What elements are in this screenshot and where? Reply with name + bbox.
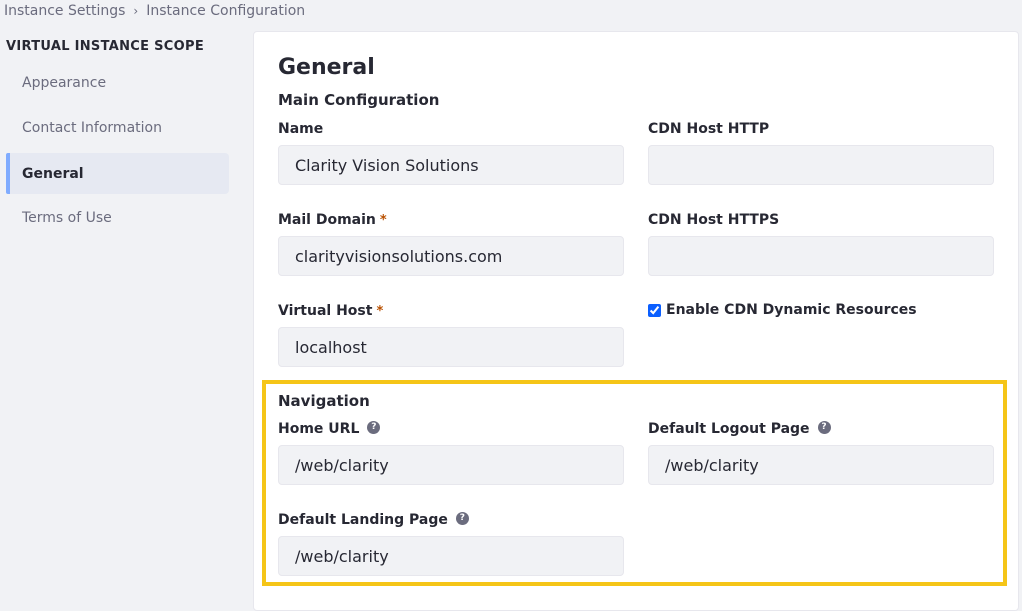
virtual-host-field[interactable] [278, 327, 624, 367]
enable-cdn-dynamic-resources-checkbox[interactable] [648, 303, 661, 317]
mail-domain-field[interactable] [278, 236, 624, 276]
sidebar-heading: VIRTUAL INSTANCE SCOPE [6, 39, 205, 54]
home-url-label-text: Home URL [278, 421, 360, 437]
default-landing-page-label-text: Default Landing Page [278, 512, 448, 528]
required-asterisk: * [379, 212, 387, 228]
breadcrumb: Instance Settings › Instance Configurati… [4, 2, 305, 20]
enable-cdn-dynamic-resources-row[interactable]: Enable CDN Dynamic Resources [648, 302, 917, 318]
name-label-text: Name [278, 121, 324, 137]
default-landing-page-label: Default Landing Page ? [278, 511, 469, 528]
breadcrumb-item-instance-settings[interactable]: Instance Settings [4, 3, 125, 19]
help-icon[interactable]: ? [455, 511, 469, 525]
cdn-host-https-field[interactable] [648, 236, 994, 276]
help-icon[interactable]: ? [367, 420, 381, 434]
cdn-host-https-label: CDN Host HTTPS [648, 212, 779, 228]
sidebar-item-terms-of-use[interactable]: Terms of Use [6, 197, 229, 238]
home-url-label: Home URL ? [278, 420, 381, 437]
page-title: General [278, 55, 375, 80]
mail-domain-label: Mail Domain * [278, 212, 387, 228]
name-label: Name [278, 121, 323, 137]
cdn-host-http-field[interactable] [648, 145, 994, 185]
enable-cdn-dynamic-resources-label: Enable CDN Dynamic Resources [666, 302, 917, 318]
cdn-host-https-label-text: CDN Host HTTPS [648, 212, 780, 228]
help-icon[interactable]: ? [817, 420, 831, 434]
required-asterisk: * [376, 303, 384, 319]
default-landing-page-field[interactable] [278, 536, 624, 576]
default-logout-page-label: Default Logout Page ? [648, 420, 831, 437]
mail-domain-label-text: Mail Domain [278, 212, 376, 228]
cdn-host-http-label-text: CDN Host HTTP [648, 121, 770, 137]
breadcrumb-item-instance-configuration: Instance Configuration [146, 3, 306, 19]
default-logout-page-label-text: Default Logout Page [648, 421, 810, 437]
virtual-host-label: Virtual Host * [278, 303, 383, 319]
cdn-host-http-label: CDN Host HTTP [648, 121, 769, 137]
name-field[interactable] [278, 145, 624, 185]
main-configuration-heading: Main Configuration [278, 91, 440, 109]
sidebar-item-general[interactable]: General [6, 153, 229, 194]
virtual-host-label-text: Virtual Host [278, 303, 373, 319]
default-logout-page-field[interactable] [648, 445, 994, 485]
navigation-heading: Navigation [278, 392, 370, 410]
sidebar-item-contact-information[interactable]: Contact Information [6, 107, 229, 148]
sidebar-item-appearance[interactable]: Appearance [6, 62, 229, 103]
main-card: General Main Configuration Name Mail Dom… [253, 31, 1019, 611]
home-url-field[interactable] [278, 445, 624, 485]
chevron-right-icon: › [133, 4, 139, 18]
